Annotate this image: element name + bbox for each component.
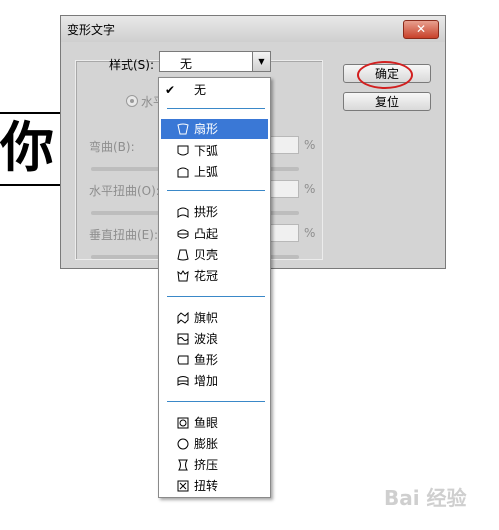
h-distort-percent: % [304,182,316,196]
menu-item-label: 无 [194,83,207,97]
menu-separator [167,296,265,297]
checkmark-icon: ✔ [165,83,176,97]
menu-item-fisheye[interactable]: 鱼眼 [161,413,268,433]
horizontal-radio[interactable] [126,95,138,107]
flower-icon [177,270,189,282]
close-icon: ✕ [415,22,427,36]
menu-item-label: 扇形 [194,122,219,136]
menu-item-label: 下弧 [194,144,219,158]
menu-item-label: 花冠 [194,269,219,283]
menu-item-twist[interactable]: 扭转 [161,476,268,496]
wave-icon [177,333,189,345]
watermark: Bai 经验 [384,486,467,510]
style-select-value: 无 [180,57,193,71]
arch-icon [177,207,189,218]
style-dropdown-menu: ✔ 无 扇形 下弧 上弧 拱形 凸起 贝壳 花冠 旗帜 波浪 鱼形 增加 鱼眼 … [158,77,271,498]
shell-icon [177,249,189,261]
menu-item-label: 波浪 [194,332,219,346]
rise-icon [177,376,189,386]
menu-item-label: 贝壳 [194,248,219,262]
reset-button-label: 复位 [374,95,399,109]
inflate-icon [177,438,189,450]
menu-item-inflate[interactable]: 膨胀 [161,434,268,454]
bend-label: 弯曲(B): [89,140,135,154]
menu-item-label: 凸起 [194,227,219,241]
menu-item-flag[interactable]: 旗帜 [161,308,268,328]
squeeze-icon [178,459,188,471]
menu-item-arc[interactable]: 扇形 [161,119,268,139]
menu-item-flower[interactable]: 花冠 [161,266,268,286]
menu-separator [167,190,265,191]
bend-percent: % [304,138,316,152]
menu-item-label: 扭转 [194,479,219,493]
v-distort-label: 垂直扭曲(E): [89,228,158,242]
style-label: 样式(S): [109,58,155,72]
arc-lower-icon [177,145,189,156]
menu-item-arc-upper[interactable]: 上弧 [161,162,268,182]
menu-item-label: 鱼形 [194,353,219,367]
flag-icon [177,312,189,324]
menu-item-arc-lower[interactable]: 下弧 [161,141,268,161]
close-button[interactable]: ✕ [403,20,439,39]
menu-item-fish[interactable]: 鱼形 [161,350,268,370]
menu-item-label: 上弧 [194,165,219,179]
arc-icon [177,123,189,135]
ok-highlight-ring [357,61,413,89]
menu-item-label: 旗帜 [194,311,219,325]
menu-item-wave[interactable]: 波浪 [161,329,268,349]
dialog-title: 变形文字 [67,23,116,37]
arc-upper-icon [177,167,189,178]
twist-icon [177,480,189,492]
menu-separator [167,401,265,402]
menu-item-rise[interactable]: 增加 [161,371,268,391]
menu-item-label: 拱形 [194,205,219,219]
bulge-icon [177,229,189,239]
menu-item-shell[interactable]: 贝壳 [161,245,268,265]
chevron-down-icon[interactable]: ▼ [252,52,270,71]
reset-button[interactable]: 复位 [343,92,431,111]
menu-item-label: 挤压 [194,458,219,472]
menu-item-bulge[interactable]: 凸起 [161,224,268,244]
menu-item-squeeze[interactable]: 挤压 [161,455,268,475]
fish-icon [177,355,189,365]
menu-item-label: 膨胀 [194,437,219,451]
fisheye-icon [177,417,189,429]
h-distort-label: 水平扭曲(O): [89,184,160,198]
menu-item-arch[interactable]: 拱形 [161,202,268,222]
menu-item-none[interactable]: ✔ 无 [161,80,268,100]
menu-separator [167,108,265,109]
menu-item-label: 鱼眼 [194,416,219,430]
style-select[interactable]: 无 ▼ [159,51,271,72]
menu-item-label: 增加 [194,374,219,388]
dialog-titlebar[interactable]: 变形文字 ✕ [61,16,445,43]
v-distort-percent: % [304,226,316,240]
